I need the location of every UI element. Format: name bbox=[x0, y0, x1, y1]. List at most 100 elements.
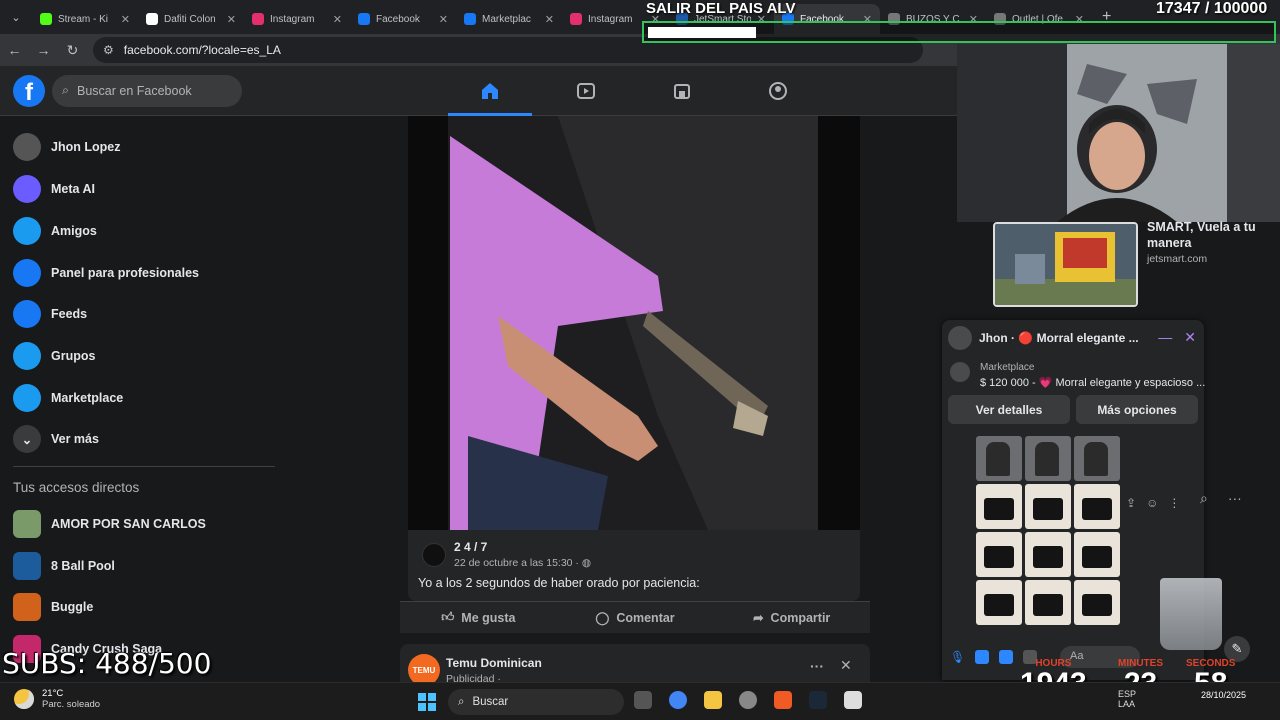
more-options-icon[interactable]: ··· bbox=[1228, 490, 1242, 507]
taskbar-search[interactable]: ⌕ Buscar bbox=[448, 689, 624, 715]
more-options-icon[interactable]: ··· bbox=[810, 658, 824, 674]
marketplace-icon bbox=[674, 84, 690, 99]
windows-start-icon[interactable] bbox=[418, 693, 436, 711]
post-actions: 👍︎ Me gusta ◯ Comentar ➦ Compartir bbox=[400, 601, 870, 633]
nav-video-tab[interactable] bbox=[538, 66, 634, 116]
close-icon[interactable]: ✕ bbox=[840, 657, 852, 674]
ad-title[interactable]: SMART, Vuela a tu manera bbox=[1147, 220, 1277, 251]
tab-title: Stream - Ki bbox=[58, 13, 109, 25]
shortcut-item[interactable]: 8 Ball Pool bbox=[13, 552, 115, 580]
weather-widget[interactable]: 21°C Parc. soleado bbox=[14, 688, 100, 710]
facebook-search-input[interactable]: ⌕ Buscar en Facebook bbox=[52, 74, 242, 107]
app-icon[interactable] bbox=[844, 691, 862, 709]
photo-thumb[interactable] bbox=[1074, 532, 1120, 577]
search-icon[interactable]: ⌕ bbox=[1200, 490, 1208, 507]
share-icon[interactable]: ⇪ bbox=[1126, 496, 1136, 510]
sidebar-item-label: Panel para profesionales bbox=[51, 266, 199, 280]
chrome-icon[interactable] bbox=[669, 691, 687, 709]
shortcut-label: AMOR POR SAN CARLOS bbox=[51, 517, 206, 531]
sidebar-item-label: Jhon Lopez bbox=[51, 140, 121, 154]
browser-tab[interactable]: Stream - Ki ✕ bbox=[32, 4, 138, 34]
photo-thumb[interactable] bbox=[976, 436, 1022, 481]
sponsored-post-author[interactable]: Temu Dominican bbox=[446, 656, 542, 670]
emoji-icon[interactable]: ☺ bbox=[1146, 496, 1158, 510]
sidebar-item[interactable]: Panel para profesionales bbox=[13, 259, 199, 287]
chat-avatar[interactable] bbox=[948, 326, 972, 350]
nav-marketplace-tab[interactable] bbox=[634, 66, 730, 116]
tab-close-icon[interactable]: ✕ bbox=[121, 13, 130, 26]
browser-tab[interactable]: Dafiti Colon ✕ bbox=[138, 4, 244, 34]
file-explorer-icon[interactable] bbox=[704, 691, 722, 709]
like-button[interactable]: 👍︎ Me gusta bbox=[400, 610, 557, 625]
ad-site[interactable]: jetsmart.com bbox=[1147, 253, 1207, 265]
facebook-logo-icon[interactable]: f bbox=[13, 74, 45, 107]
steam-icon[interactable] bbox=[809, 691, 827, 709]
photo-thumb[interactable] bbox=[1025, 580, 1071, 625]
photo-grid bbox=[976, 436, 1126, 625]
tab-close-icon[interactable]: ✕ bbox=[227, 13, 236, 26]
shortcut-item[interactable]: Buggle bbox=[13, 593, 93, 621]
more-options-button[interactable]: Más opciones bbox=[1076, 395, 1198, 424]
photo-thumb[interactable] bbox=[1074, 580, 1120, 625]
photo-thumb[interactable] bbox=[1025, 484, 1071, 529]
sidebar-item[interactable]: ⌄ Ver más bbox=[13, 425, 99, 453]
reload-icon[interactable]: ↻ bbox=[58, 42, 87, 59]
photo-thumb[interactable] bbox=[1025, 532, 1071, 577]
photo-icon[interactable] bbox=[975, 650, 990, 664]
listing-price: $ 120 000 - 💗 Morral elegante y espacios… bbox=[980, 377, 1206, 389]
post-meta: 2 4 / 7 22 de octubre a las 15:30 · ◍ bbox=[422, 540, 591, 569]
tab-close-icon[interactable]: ✕ bbox=[333, 13, 342, 26]
close-chat-icon[interactable]: ✕ bbox=[1184, 329, 1196, 346]
browser-tab[interactable]: Marketplac ✕ bbox=[456, 4, 562, 34]
sidebar-item[interactable]: Grupos bbox=[13, 342, 95, 370]
post-author[interactable]: 2 4 / 7 bbox=[454, 540, 591, 554]
post-video[interactable] bbox=[408, 116, 860, 530]
photo-thumb[interactable] bbox=[1074, 436, 1120, 481]
view-details-button[interactable]: Ver detalles bbox=[948, 395, 1070, 424]
nav-groups-tab[interactable] bbox=[730, 66, 826, 116]
comment-button[interactable]: ◯ Comentar bbox=[557, 610, 714, 626]
more-vertical-icon[interactable]: ⋮ bbox=[1168, 496, 1180, 510]
share-button[interactable]: ➦ Compartir bbox=[713, 610, 870, 626]
photo-thumb[interactable] bbox=[976, 484, 1022, 529]
marketplace-listing[interactable]: Marketplace $ 120 000 - 💗 Morral elegant… bbox=[950, 362, 1205, 389]
sidebar-item[interactable]: Jhon Lopez bbox=[13, 133, 120, 161]
tab-close-icon[interactable]: ✕ bbox=[545, 13, 554, 26]
sidebar-item[interactable]: Marketplace bbox=[13, 384, 123, 412]
back-icon[interactable]: ← bbox=[0, 42, 29, 58]
post-author-avatar[interactable] bbox=[422, 542, 446, 567]
shortcut-thumbnail bbox=[13, 593, 41, 621]
tab-favicon-icon bbox=[252, 13, 264, 25]
sidebar-item[interactable]: Feeds bbox=[13, 300, 87, 328]
post-text: Yo a los 2 segundos de haber orado por p… bbox=[418, 576, 700, 590]
browser-tab[interactable]: Facebook ✕ bbox=[350, 4, 456, 34]
sidebar-divider bbox=[13, 466, 275, 467]
nav-home-tab[interactable] bbox=[442, 66, 538, 116]
sponsored-post: TEMU Temu Dominican Publicidad · ··· ✕ bbox=[400, 644, 870, 686]
sidebar-item[interactable]: Meta AI bbox=[13, 175, 95, 203]
photo-thumb[interactable] bbox=[976, 580, 1022, 625]
sticker-icon[interactable] bbox=[999, 650, 1014, 664]
photo-thumb[interactable] bbox=[976, 532, 1022, 577]
friends-icon bbox=[13, 217, 41, 245]
photo-thumb[interactable] bbox=[1074, 484, 1120, 529]
shortcut-item[interactable]: AMOR POR SAN CARLOS bbox=[13, 510, 206, 538]
photo-thumb[interactable] bbox=[1025, 436, 1071, 481]
ad-image[interactable] bbox=[993, 222, 1138, 307]
sidebar-item[interactable]: Amigos bbox=[13, 217, 97, 245]
browser-tab[interactable]: Instagram ✕ bbox=[244, 4, 350, 34]
home-icon bbox=[482, 83, 498, 99]
tab-close-icon[interactable]: ✕ bbox=[439, 13, 448, 26]
app-icon[interactable] bbox=[739, 691, 757, 709]
forward-icon[interactable]: → bbox=[29, 42, 58, 58]
post-date[interactable]: 22 de octubre a las 15:30 · bbox=[454, 557, 579, 569]
tab-search-icon[interactable]: ⌄ bbox=[0, 0, 32, 34]
minimize-icon[interactable]: — bbox=[1158, 329, 1172, 346]
site-settings-icon[interactable]: ⚙ bbox=[103, 43, 114, 57]
chat-title[interactable]: Jhon · 🔴 Morral elegante ... bbox=[979, 331, 1139, 345]
language-indicator[interactable]: ESP LAA bbox=[1118, 689, 1136, 709]
clock[interactable]: 28/10/2025 bbox=[1196, 689, 1246, 702]
microphone-icon[interactable]: 🎙︎ bbox=[950, 650, 965, 664]
brave-icon[interactable] bbox=[774, 691, 792, 709]
task-view-icon[interactable] bbox=[634, 691, 652, 709]
